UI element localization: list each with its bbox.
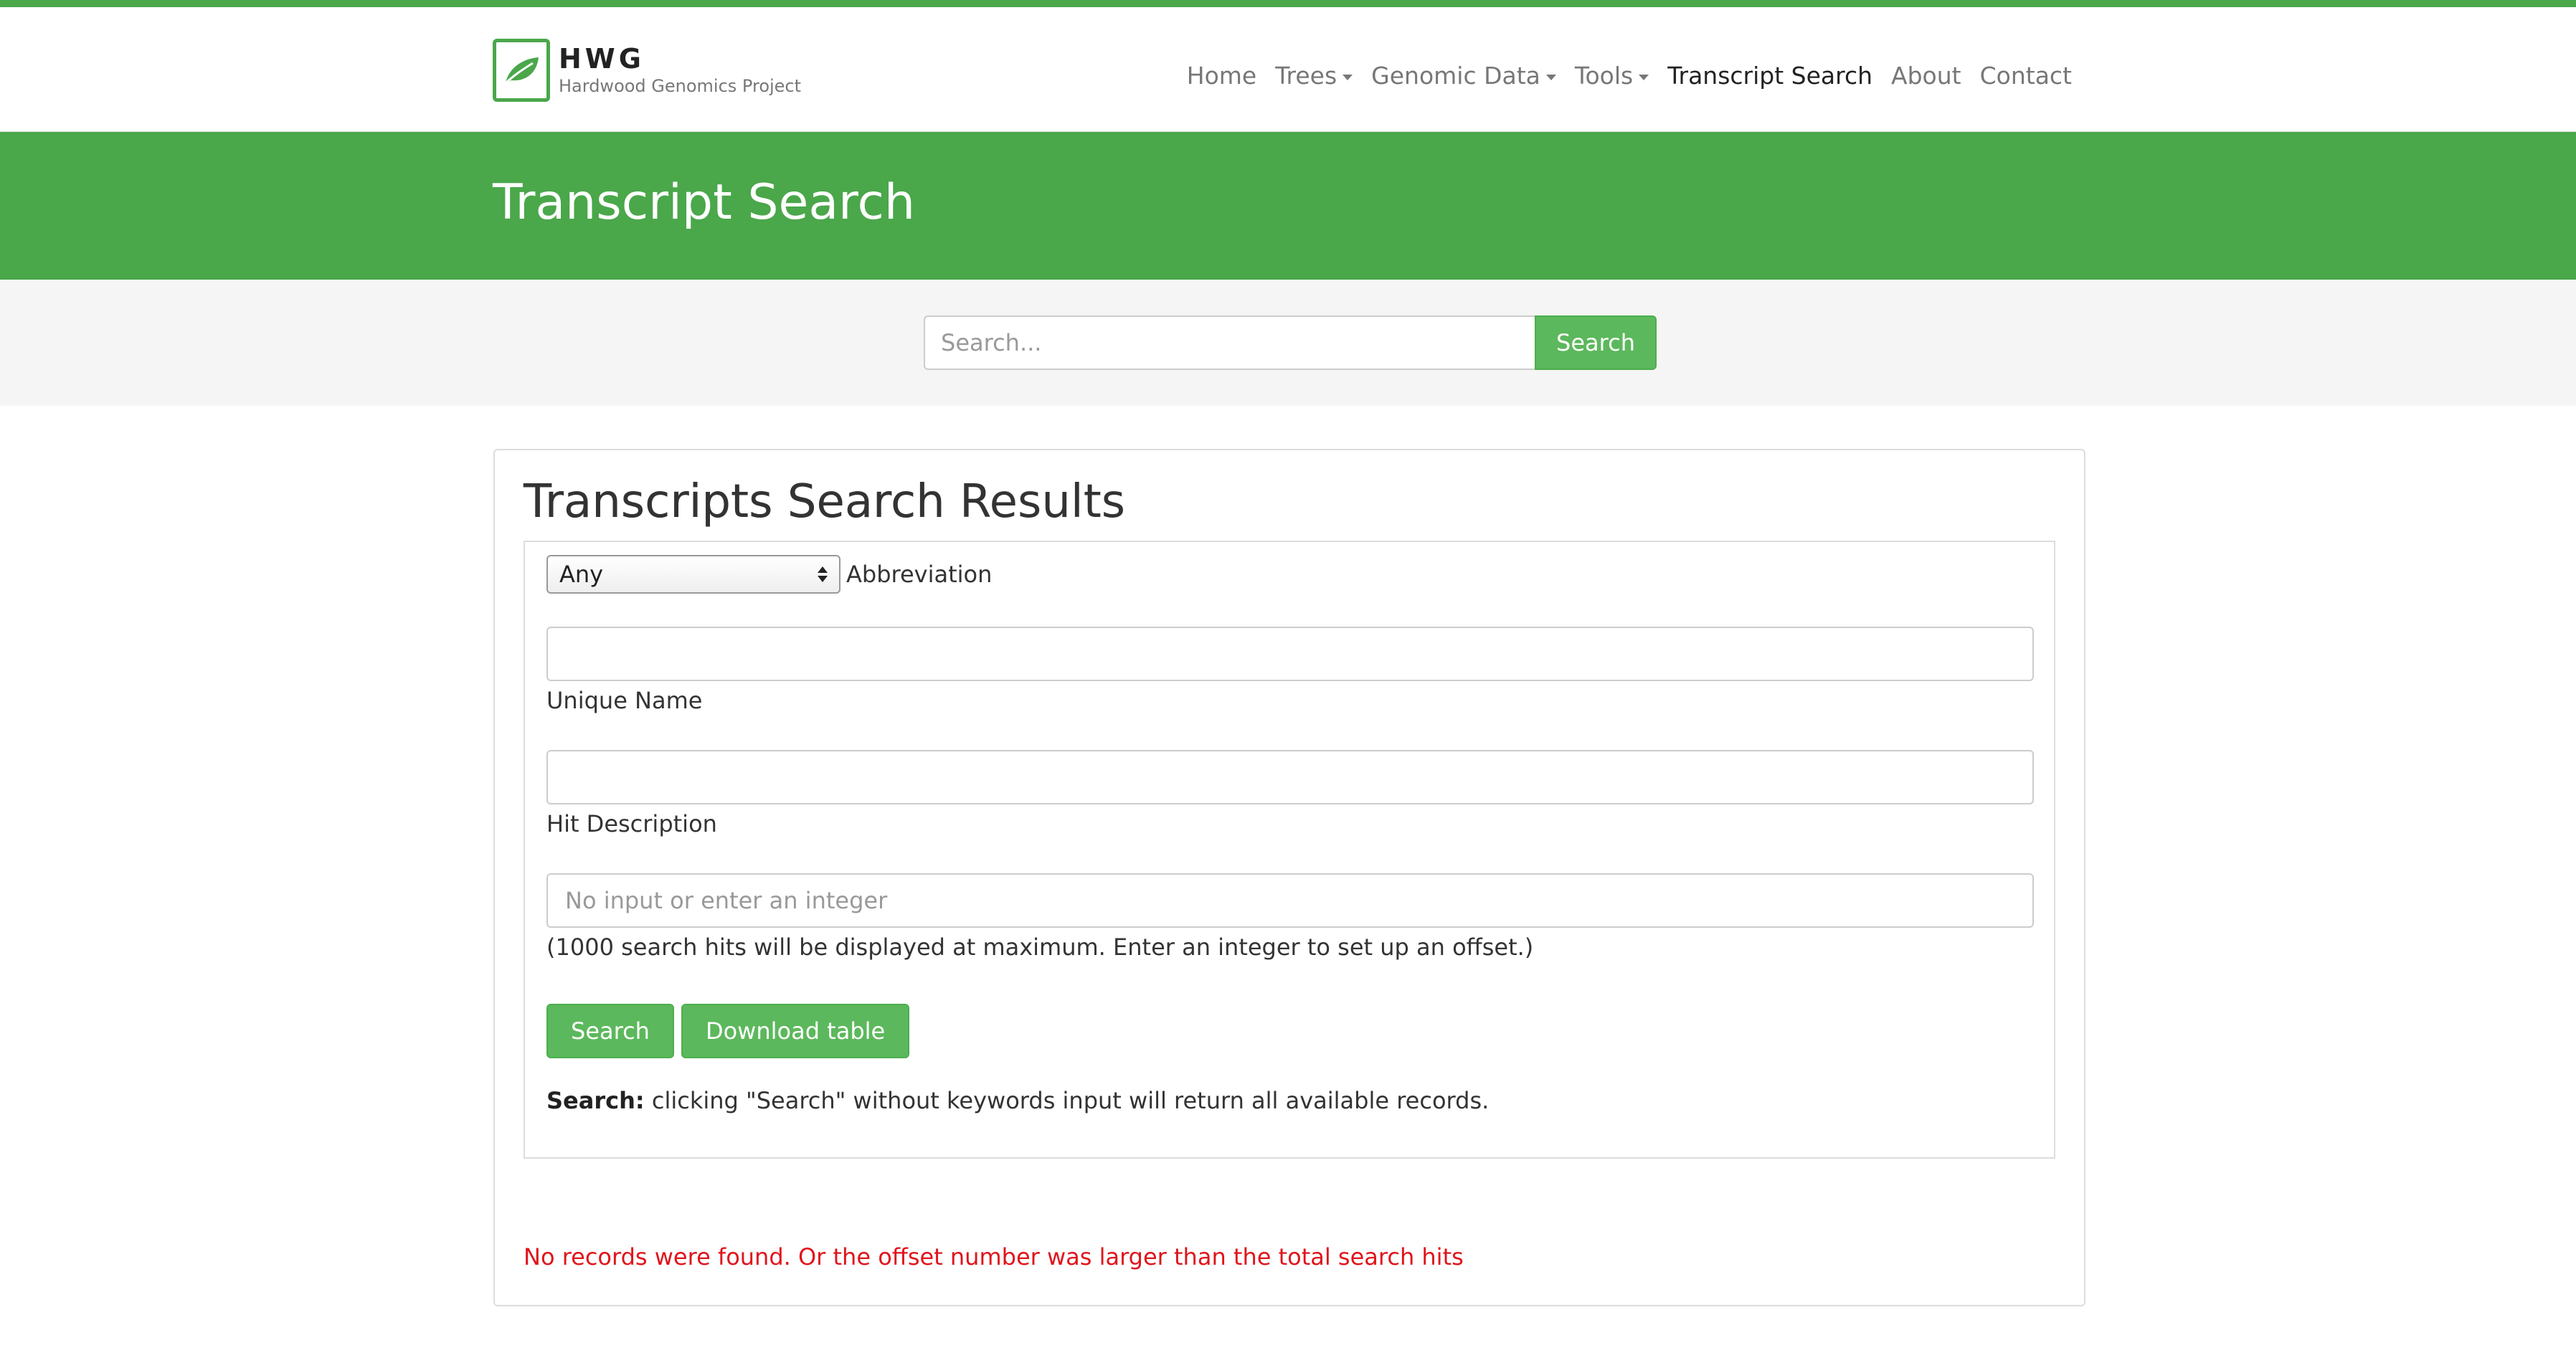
nav-contact[interactable]: Contact bbox=[1971, 57, 2081, 95]
navbar: HWG Hardwood Genomics Project Home Trees… bbox=[0, 7, 2576, 132]
nav-home-label: Home bbox=[1186, 62, 1257, 90]
site-search-input[interactable] bbox=[924, 315, 1535, 370]
caret-down-icon bbox=[1545, 74, 1556, 80]
search-button[interactable]: Search bbox=[546, 1004, 674, 1058]
brand-logo[interactable]: HWG Hardwood Genomics Project bbox=[493, 34, 801, 106]
search-note: Search: clicking "Search" without keywor… bbox=[546, 1087, 1489, 1114]
download-table-button[interactable]: Download table bbox=[681, 1004, 910, 1058]
page-title: Transcript Search bbox=[493, 174, 915, 231]
abbreviation-selected-value: Any bbox=[559, 561, 604, 588]
nav-contact-label: Contact bbox=[1979, 62, 2072, 90]
caret-down-icon bbox=[1639, 74, 1649, 80]
search-form: Any Abbreviation Unique Name Hit Descrip… bbox=[524, 541, 2055, 1159]
site-search-form: Search bbox=[924, 315, 1657, 370]
hit-description-input[interactable] bbox=[546, 750, 2034, 804]
site-search-button[interactable]: Search bbox=[1535, 315, 1657, 370]
nav-transcript-search-label: Transcript Search bbox=[1667, 62, 1873, 90]
abbreviation-row: Any Abbreviation bbox=[546, 555, 992, 594]
unique-name-input[interactable] bbox=[546, 627, 2034, 681]
results-title: Transcripts Search Results bbox=[524, 475, 1126, 528]
abbreviation-select[interactable]: Any bbox=[546, 555, 840, 594]
nav-tools-label: Tools bbox=[1574, 62, 1634, 90]
no-results-message: No records were found. Or the offset num… bbox=[524, 1243, 1464, 1270]
offset-input[interactable] bbox=[546, 873, 2034, 928]
main-nav: Home Trees Genomic Data Tools Transcript… bbox=[1178, 57, 2081, 95]
nav-genomic-data[interactable]: Genomic Data bbox=[1362, 57, 1566, 95]
nav-about-label: About bbox=[1891, 62, 1961, 90]
nav-trees-label: Trees bbox=[1275, 62, 1337, 90]
nav-transcript-search[interactable]: Transcript Search bbox=[1658, 57, 1882, 95]
nav-home[interactable]: Home bbox=[1178, 57, 1266, 95]
abbreviation-label: Abbreviation bbox=[846, 561, 993, 588]
nav-about[interactable]: About bbox=[1882, 57, 1971, 95]
unique-name-label: Unique Name bbox=[546, 687, 703, 714]
transcripts-search-panel: Transcripts Search Any Abbreviation Uniq… bbox=[493, 449, 2085, 1306]
search-note-text: clicking "Search" without keywords input… bbox=[644, 1087, 1490, 1114]
brand-title: HWG bbox=[559, 43, 645, 75]
nav-genomic-data-label: Genomic Data bbox=[1371, 62, 1540, 90]
offset-help-text: (1000 search hits will be displayed at m… bbox=[546, 934, 1534, 961]
leaf-icon bbox=[493, 39, 550, 102]
top-accent-bar bbox=[0, 0, 2576, 7]
site-search-bar: Search bbox=[0, 280, 2576, 406]
form-actions: Search Download table bbox=[546, 1004, 910, 1058]
select-arrows-icon bbox=[818, 566, 828, 582]
search-note-bold: Search: bbox=[546, 1087, 645, 1114]
page-header-banner: Transcript Search bbox=[0, 132, 2576, 280]
nav-tools[interactable]: Tools bbox=[1566, 57, 1658, 95]
caret-down-icon bbox=[1343, 74, 1353, 80]
hit-description-label: Hit Description bbox=[546, 810, 717, 837]
brand-subtitle: Hardwood Genomics Project bbox=[559, 76, 802, 96]
nav-trees[interactable]: Trees bbox=[1266, 57, 1362, 95]
